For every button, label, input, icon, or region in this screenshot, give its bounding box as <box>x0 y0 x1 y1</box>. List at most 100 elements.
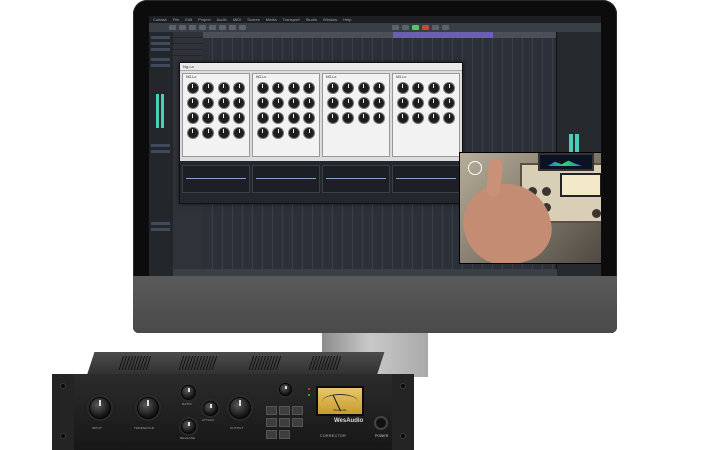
release-knob[interactable] <box>182 420 195 433</box>
knob[interactable] <box>203 82 214 93</box>
inspector-row[interactable] <box>151 150 170 153</box>
panel-button[interactable] <box>266 418 277 427</box>
panel-button[interactable] <box>292 418 303 427</box>
eq-display[interactable] <box>252 165 320 193</box>
knob[interactable] <box>203 97 214 108</box>
knob[interactable] <box>304 97 315 108</box>
menu-item[interactable]: File <box>173 16 179 23</box>
knob[interactable] <box>187 127 198 138</box>
knob[interactable] <box>327 112 338 123</box>
knob[interactable] <box>374 97 385 108</box>
knob[interactable] <box>288 82 299 93</box>
knob[interactable] <box>413 97 424 108</box>
knob[interactable] <box>273 127 284 138</box>
menu-item[interactable]: Project <box>198 16 210 23</box>
knob[interactable] <box>288 127 299 138</box>
knob[interactable] <box>428 97 439 108</box>
track-row[interactable] <box>173 50 203 56</box>
knob[interactable] <box>203 127 214 138</box>
output-knob[interactable] <box>230 398 250 418</box>
menu-item[interactable]: Scores <box>247 16 259 23</box>
eq-display[interactable] <box>322 165 390 193</box>
plugin-window[interactable]: Ng-Lo NG-Lo NG-Lo NG-Lo NG-Lo <box>179 62 463 204</box>
knob[interactable] <box>187 97 198 108</box>
panel-button[interactable] <box>266 430 277 439</box>
knob[interactable] <box>397 112 408 123</box>
panel-button[interactable] <box>279 406 290 415</box>
knob[interactable] <box>187 82 198 93</box>
toolbar-button[interactable] <box>189 25 196 30</box>
inspector-row[interactable] <box>151 222 170 225</box>
menu-item[interactable]: MIDI <box>233 16 241 23</box>
toolbar-button[interactable] <box>209 25 216 30</box>
record-button[interactable] <box>422 25 429 30</box>
knob[interactable] <box>343 97 354 108</box>
knob[interactable] <box>413 82 424 93</box>
knob[interactable] <box>187 112 198 123</box>
knob[interactable] <box>234 82 245 93</box>
inspector-row[interactable] <box>151 58 170 61</box>
eq-display[interactable] <box>392 165 460 193</box>
knob[interactable] <box>358 112 369 123</box>
knob[interactable] <box>358 82 369 93</box>
toolbar-button[interactable] <box>199 25 206 30</box>
knob[interactable] <box>257 127 268 138</box>
knob[interactable] <box>327 82 338 93</box>
menu-item[interactable]: Cubase <box>153 16 167 23</box>
knob[interactable] <box>428 82 439 93</box>
knob[interactable] <box>397 82 408 93</box>
knob[interactable] <box>444 82 455 93</box>
panel-button[interactable] <box>292 406 303 415</box>
panel-button[interactable] <box>279 430 290 439</box>
inspector-row[interactable] <box>151 144 170 147</box>
input-knob[interactable] <box>90 398 110 418</box>
power-button[interactable] <box>376 418 386 428</box>
knob[interactable] <box>413 112 424 123</box>
menu-item[interactable]: Media <box>266 16 277 23</box>
eq-display[interactable] <box>182 165 250 193</box>
stop-button[interactable] <box>402 25 409 30</box>
knob[interactable] <box>444 112 455 123</box>
knob[interactable] <box>343 112 354 123</box>
menu-item[interactable]: Studio <box>306 16 317 23</box>
play-button[interactable] <box>412 25 419 30</box>
toolbar-button[interactable] <box>179 25 186 30</box>
knob[interactable] <box>343 82 354 93</box>
toolbar-button[interactable] <box>169 25 176 30</box>
knob[interactable] <box>288 112 299 123</box>
rewind-button[interactable] <box>392 25 399 30</box>
knob[interactable] <box>444 97 455 108</box>
toolbar-button[interactable] <box>432 25 439 30</box>
menu-item[interactable]: Window <box>323 16 337 23</box>
knob[interactable] <box>428 112 439 123</box>
mode-knob[interactable] <box>280 384 291 395</box>
toolbar-button[interactable] <box>219 25 226 30</box>
knob[interactable] <box>218 127 229 138</box>
knob[interactable] <box>257 97 268 108</box>
knob[interactable] <box>304 112 315 123</box>
knob[interactable] <box>234 112 245 123</box>
menu-item[interactable]: Audio <box>217 16 227 23</box>
knob[interactable] <box>304 82 315 93</box>
attack-knob[interactable] <box>204 402 217 415</box>
knob[interactable] <box>374 82 385 93</box>
toolbar-button[interactable] <box>229 25 236 30</box>
knob[interactable] <box>273 112 284 123</box>
knob[interactable] <box>218 112 229 123</box>
knob[interactable] <box>234 97 245 108</box>
knob[interactable] <box>234 127 245 138</box>
knob[interactable] <box>327 97 338 108</box>
toolbar-button[interactable] <box>239 25 246 30</box>
menu-item[interactable]: Edit <box>185 16 192 23</box>
knob[interactable] <box>397 97 408 108</box>
panel-button[interactable] <box>279 418 290 427</box>
knob[interactable] <box>273 82 284 93</box>
ratio-knob[interactable] <box>182 386 195 399</box>
knob[interactable] <box>257 82 268 93</box>
inspector-row[interactable] <box>151 228 170 231</box>
knob[interactable] <box>374 112 385 123</box>
threshold-knob[interactable] <box>138 398 158 418</box>
knob[interactable] <box>358 97 369 108</box>
knob[interactable] <box>288 97 299 108</box>
knob[interactable] <box>218 82 229 93</box>
